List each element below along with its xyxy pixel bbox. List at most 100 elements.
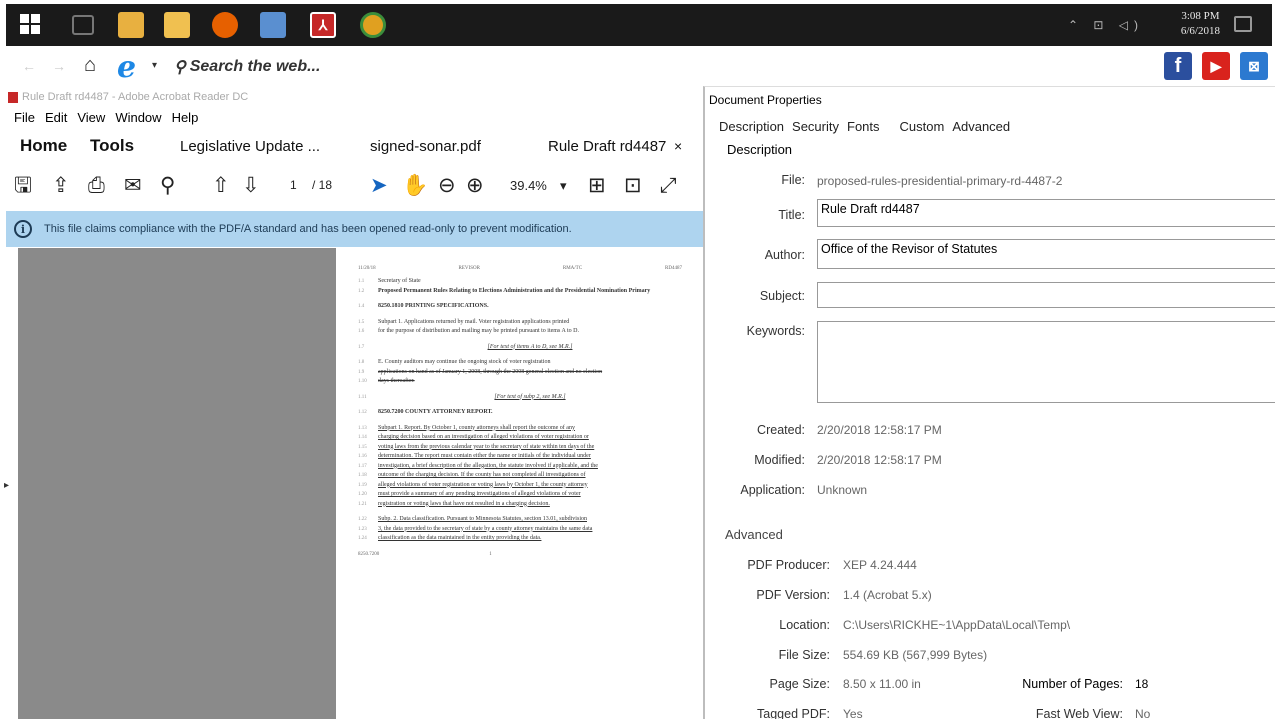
- pdf-line: 1.13 Subpart 1. Report. By October 1, cou…: [358, 424, 682, 434]
- header-revisor: REVISOR: [458, 266, 480, 271]
- menu-window[interactable]: Window: [115, 110, 161, 125]
- menu-file[interactable]: File: [14, 110, 35, 125]
- pdf-line-text: classification as the data maintained in…: [378, 535, 542, 541]
- zoom-level[interactable]: 39.4%: [510, 178, 547, 193]
- page-down-icon[interactable]: ⇩: [242, 172, 260, 200]
- scroll-mode-icon[interactable]: ⊡: [624, 172, 642, 200]
- tab-custom[interactable]: Custom: [900, 119, 945, 134]
- author-label: Author:: [764, 248, 805, 262]
- pdf-line-text: Proposed Permanent Rules Relating to Ele…: [378, 287, 651, 294]
- pdf-line: 1.14 charging decision based on an invest…: [358, 433, 682, 443]
- fast-web-view-value: No: [1135, 707, 1151, 719]
- zoom-dropdown-icon[interactable]: ▾: [560, 178, 567, 194]
- nav-arrows[interactable]: ←→: [22, 58, 82, 74]
- pdf-line-number: 1.2: [358, 288, 365, 294]
- pdf-producer-label: PDF Producer:: [747, 558, 830, 572]
- zoom-in-icon[interactable]: ⊕: [466, 172, 484, 200]
- clock-date: 6/6/2018: [1180, 25, 1220, 37]
- tab-legislative-update[interactable]: Legislative Update ...: [180, 138, 320, 155]
- page-number-input[interactable]: 1: [290, 178, 297, 192]
- location-label: Location:: [779, 618, 830, 632]
- title-field[interactable]: Rule Draft rd4487: [817, 199, 1275, 227]
- pdf-line: 1.16 determination. The report must conta…: [358, 452, 682, 462]
- tab-description[interactable]: Description: [719, 119, 784, 134]
- pdf-line: 1.7 [For text of items A to D, see M.R.]: [358, 343, 682, 353]
- app-icon[interactable]: ⊠: [1240, 52, 1268, 80]
- page-size-value: 8.50 x 11.00 in: [843, 677, 921, 691]
- email-icon[interactable]: ✉: [124, 172, 142, 200]
- pdf-line: 1.6 for the purpose of distribution and m…: [358, 327, 682, 337]
- file-size-label: File Size:: [778, 648, 830, 662]
- search-icon[interactable]: ⚲: [160, 172, 175, 200]
- tab-advanced[interactable]: Advanced: [952, 119, 1010, 134]
- author-field[interactable]: Office of the Revisor of Statutes: [817, 239, 1275, 269]
- pdf-line: 1.1 Secretary of State: [358, 277, 682, 287]
- tagged-pdf-label: Tagged PDF:: [757, 707, 830, 719]
- task-view-icon[interactable]: [72, 15, 94, 35]
- save-icon[interactable]: 🖫: [14, 172, 32, 200]
- footer-section: 8250.7200: [358, 551, 380, 557]
- menu-view[interactable]: View: [77, 110, 105, 125]
- tab-tools[interactable]: Tools: [90, 136, 134, 156]
- chevron-down-icon[interactable]: ▾: [152, 60, 157, 71]
- pdf-line-text: Subpart 1. Report. By October 1, county …: [378, 424, 575, 431]
- keywords-label: Keywords:: [746, 324, 805, 338]
- full-screen-icon[interactable]: ⤢: [660, 172, 677, 200]
- file-explorer-icon[interactable]: [118, 12, 144, 38]
- acrobat-icon[interactable]: ⅄: [310, 12, 336, 38]
- file-label: File:: [781, 173, 805, 187]
- pdf-line-text: days thereafter.: [378, 378, 415, 384]
- fit-page-icon[interactable]: ⊞: [588, 172, 606, 200]
- taskbar-clock[interactable]: 3:08 PM 6/6/2018: [1181, 9, 1220, 39]
- pdf-line-number: 1.24: [358, 536, 367, 541]
- tab-security[interactable]: Security: [792, 119, 839, 134]
- search-icon: ⚲: [174, 59, 186, 76]
- acrobat-toolbar: 🖫 ⇪ ⎙ ✉ ⚲ ⇧ ⇩ 1 / 18 ➤ ✋ ⊖ ⊕ 39.4% ▾ ⊞ ⊡…: [14, 172, 704, 200]
- tab-rule-draft[interactable]: Rule Draft rd4487: [548, 138, 666, 155]
- pdf-page[interactable]: 11/20/18 REVISOR RMA/TC RD4487 1.1 Secret…: [336, 248, 704, 719]
- notification-icon[interactable]: [1234, 16, 1252, 32]
- pdf-line: 1.11 [For text of subp 2, see M.R.]: [358, 393, 682, 403]
- tab-fonts[interactable]: Fonts: [847, 119, 880, 134]
- pdf-line: 1.22 Subp. 2. Data classification. Pursua…: [358, 515, 682, 525]
- menu-edit[interactable]: Edit: [45, 110, 67, 125]
- firefox-icon[interactable]: [212, 12, 238, 38]
- folder-icon[interactable]: [164, 12, 190, 38]
- left-panel-toggle-icon[interactable]: ▸: [4, 480, 9, 491]
- search-web-button[interactable]: ⚲ Search the web...: [174, 57, 320, 77]
- print-icon[interactable]: ⎙: [88, 172, 105, 200]
- pdf-line-number: 1.23: [358, 526, 367, 532]
- acrobat-logo-icon: [8, 91, 18, 103]
- close-tab-icon[interactable]: ×: [674, 138, 682, 154]
- youtube-icon[interactable]: ▶: [1202, 52, 1230, 80]
- menu-help[interactable]: Help: [172, 110, 199, 125]
- clock-time: 3:08 PM: [1181, 10, 1220, 22]
- pdf-line-text: outcome of the charging decision. If the…: [378, 472, 586, 478]
- zoom-out-icon[interactable]: ⊖: [438, 172, 456, 200]
- tagged-pdf-value: Yes: [843, 707, 863, 719]
- home-icon[interactable]: ⌂: [84, 54, 96, 77]
- facebook-icon[interactable]: f: [1164, 52, 1192, 80]
- pdf-line-text: 8250.7200 COUNTY ATTORNEY REPORT.: [378, 409, 493, 415]
- select-cursor-icon[interactable]: ➤: [370, 172, 388, 200]
- upload-icon[interactable]: ⇪: [52, 172, 70, 200]
- subject-field[interactable]: [817, 282, 1275, 308]
- pdf-line-text: voting laws from the previous calendar y…: [378, 443, 595, 450]
- browser-toolbar: ←→ ⌂ e ▾ ⚲ Search the web... f ▶ ⊠: [0, 48, 1275, 86]
- pdf-line: 1.12 8250.7200 COUNTY ATTORNEY REPORT.: [358, 408, 682, 418]
- pdf-page-footer: 8250.7200 1: [358, 552, 682, 557]
- pdf-line-number: 1.5: [358, 319, 365, 325]
- document-viewer[interactable]: 11/20/18 REVISOR RMA/TC RD4487 1.1 Secret…: [18, 248, 704, 719]
- taskbar: ⅄ ⌃ ⊡ ◁) 3:08 PM 6/6/2018: [6, 4, 1272, 46]
- hand-icon[interactable]: ✋: [402, 172, 428, 200]
- notepad-icon[interactable]: [260, 12, 286, 38]
- chrome-icon[interactable]: [360, 12, 386, 38]
- system-tray-icons[interactable]: ⌃ ⊡ ◁): [1068, 18, 1144, 32]
- windows-start-icon[interactable]: [20, 14, 42, 36]
- internet-explorer-icon[interactable]: e: [117, 50, 136, 85]
- keywords-field[interactable]: [817, 321, 1275, 403]
- tab-home[interactable]: Home: [20, 136, 67, 156]
- tab-signed-sonar[interactable]: signed-sonar.pdf: [370, 138, 481, 155]
- pdf-line-number: 1.21: [358, 501, 367, 507]
- page-up-icon[interactable]: ⇧: [212, 172, 230, 200]
